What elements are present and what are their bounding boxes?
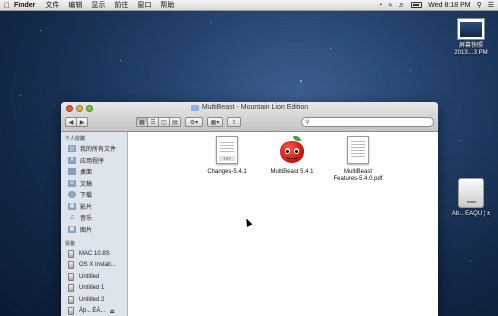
file-name-line2: Features-5.4.0.pdf	[333, 176, 383, 182]
disk-icon	[68, 307, 74, 316]
sidebar-item-label: 下载	[80, 193, 93, 200]
battery-icon[interactable]	[411, 2, 423, 8]
text-document-icon: TXT	[216, 136, 238, 164]
wifi-icon[interactable]: ≈	[388, 2, 392, 9]
documents-icon: ☰	[68, 179, 76, 187]
window-title-text: MultiBeast - Mountain Lion Edition	[201, 104, 309, 111]
file-name: MultiBeast 5.4.1	[270, 169, 314, 175]
arrange-button[interactable]: ▦▾	[207, 117, 223, 127]
file-name: Changes-5.4.1	[207, 169, 247, 175]
all-files-icon: ◫	[68, 145, 76, 153]
search-input[interactable]	[311, 119, 422, 125]
menu-bar:  Finder 文件 编辑 显示 前往 窗口 帮助 ◔ ≈ ♬ Wed 8:1…	[0, 0, 498, 11]
time-machine-icon[interactable]: ◔	[378, 2, 382, 9]
sidebar-item-documents[interactable]: ☰ 文稿	[61, 178, 127, 190]
sidebar-section-favorites: 个人收藏	[65, 136, 86, 142]
sidebar-item-device[interactable]: Untitled 2	[61, 294, 127, 306]
sidebar-item-label: OS X Install...	[79, 262, 116, 269]
movies-icon: ▦	[68, 202, 76, 210]
disk-icon	[68, 249, 74, 258]
sidebar-item-music[interactable]: ♫ 音乐	[61, 212, 127, 224]
music-icon: ♫	[69, 214, 75, 222]
downloads-icon: ↓	[68, 191, 76, 199]
sidebar-item-pictures[interactable]: ▩ 图片	[61, 224, 127, 236]
file-item[interactable]: TXT Changes-5.4.1	[190, 136, 264, 176]
menu-help[interactable]: 帮助	[160, 0, 174, 10]
spotlight-icon[interactable]: ⚲	[477, 1, 482, 9]
desktop-drive-label: Ab←EAQU ¦ ±	[451, 211, 491, 217]
sidebar-item-label: Untitled 1	[79, 285, 105, 292]
disk-icon	[68, 272, 74, 281]
search-icon: ⚲	[305, 119, 310, 126]
window-title: MultiBeast - Mountain Lion Edition	[61, 104, 438, 111]
action-gear-button[interactable]: ⚙▾	[185, 117, 203, 127]
apple-menu-icon[interactable]: 	[0, 1, 14, 10]
sidebar-item-desktop[interactable]: 桌面	[61, 166, 127, 178]
menu-file[interactable]: 文件	[45, 0, 59, 10]
share-button[interactable]: ⇧	[227, 117, 241, 127]
sidebar-item-label: 图片	[80, 227, 93, 234]
sidebar-item-label: 文稿	[80, 181, 93, 188]
file-item[interactable]: MultiBeast Features-5.4.0.pdf	[321, 136, 395, 183]
sidebar-item-label: 音乐	[80, 216, 93, 223]
disk-icon	[68, 261, 74, 270]
sidebar-item-label: 我的所有文件	[80, 147, 117, 154]
toolbar: ◀ ▶ ▦ ☰ ◫ ▤ ⚙▾ ▦▾ ⇧ ⚲	[65, 116, 434, 128]
nav-buttons: ◀ ▶	[65, 117, 88, 127]
disk-icon	[68, 284, 74, 293]
volume-icon[interactable]: ♬	[398, 2, 405, 9]
desktop-screenshot-label-2: 2013…3 PM	[454, 50, 488, 56]
menu-view[interactable]: 显示	[91, 0, 105, 10]
sidebar-item-all-files[interactable]: ◫ 我的所有文件	[61, 143, 127, 155]
disk-icon	[68, 295, 74, 304]
sidebar-item-label: 桌面	[80, 170, 93, 177]
sidebar-item-device[interactable]: Untitled	[61, 271, 127, 283]
multibeast-app-icon	[279, 136, 305, 164]
desktop-screenshot-file[interactable]: 屏幕快照 2013…3 PM	[448, 18, 494, 57]
sidebar: 个人收藏 ◫ 我的所有文件 A 应用程序 桌面 ☰ 文稿 ↓ 下载 ▦ 影片 ♫…	[61, 132, 128, 316]
notification-center-icon[interactable]: ☰	[488, 1, 494, 9]
pdf-document-icon	[347, 136, 369, 164]
sidebar-item-device[interactable]: Untitled 1	[61, 283, 127, 295]
desktop-screenshot-label-1: 屏幕快照	[458, 43, 483, 49]
sidebar-item-device[interactable]: MAC 10.8S	[61, 248, 127, 260]
folder-icon	[190, 104, 199, 111]
sidebar-item-applications[interactable]: A 应用程序	[61, 155, 127, 167]
view-mode-switcher: ▦ ☰ ◫ ▤	[136, 117, 181, 127]
finder-window: MultiBeast - Mountain Lion Edition ◀ ▶ ▦…	[61, 102, 438, 316]
applications-icon: A	[68, 156, 76, 164]
sidebar-item-label: 影片	[80, 204, 93, 211]
file-browser: TXT Changes-5.4.1 MultiBeast 5.4.1 Multi…	[128, 132, 438, 316]
sidebar-item-label: Àþ←ÈÀ...	[79, 308, 106, 315]
sidebar-item-label: Untitled	[79, 273, 100, 280]
forward-button[interactable]: ▶	[76, 117, 88, 127]
external-drive-icon	[458, 178, 484, 208]
search-field[interactable]: ⚲	[301, 117, 434, 127]
sidebar-item-label: Untitled 2	[79, 296, 105, 303]
sidebar-item-downloads[interactable]: ↓ 下载	[61, 189, 127, 201]
sidebar-section-devices: 设备	[65, 241, 76, 247]
menu-clock[interactable]: Wed 8:18 PM	[428, 2, 470, 9]
file-item[interactable]: MultiBeast 5.4.1	[255, 136, 329, 176]
menu-window[interactable]: 窗口	[137, 0, 151, 10]
pictures-icon: ▩	[68, 225, 76, 233]
eject-icon[interactable]: ⏏	[109, 308, 115, 315]
file-name-line1: MultiBeast	[343, 169, 372, 175]
sidebar-item-movies[interactable]: ▦ 影片	[61, 201, 127, 213]
coverflow-view-button[interactable]: ▤	[169, 117, 181, 127]
screenshot-thumbnail-icon	[457, 18, 485, 40]
sidebar-item-device[interactable]: Àþ←ÈÀ... ⏏	[61, 306, 127, 316]
menu-edit[interactable]: 编辑	[68, 0, 82, 10]
sidebar-item-label: 应用程序	[80, 158, 105, 165]
sidebar-item-label: MAC 10.8S	[79, 250, 110, 257]
menu-app-name[interactable]: Finder	[14, 2, 35, 9]
desktop-icon	[68, 168, 76, 176]
window-titlebar[interactable]: MultiBeast - Mountain Lion Edition ◀ ▶ ▦…	[61, 102, 438, 132]
menu-go[interactable]: 前往	[114, 0, 128, 10]
sidebar-item-device[interactable]: OS X Install...	[61, 260, 127, 272]
desktop-drive[interactable]: Ab←EAQU ¦ ±	[446, 178, 496, 218]
